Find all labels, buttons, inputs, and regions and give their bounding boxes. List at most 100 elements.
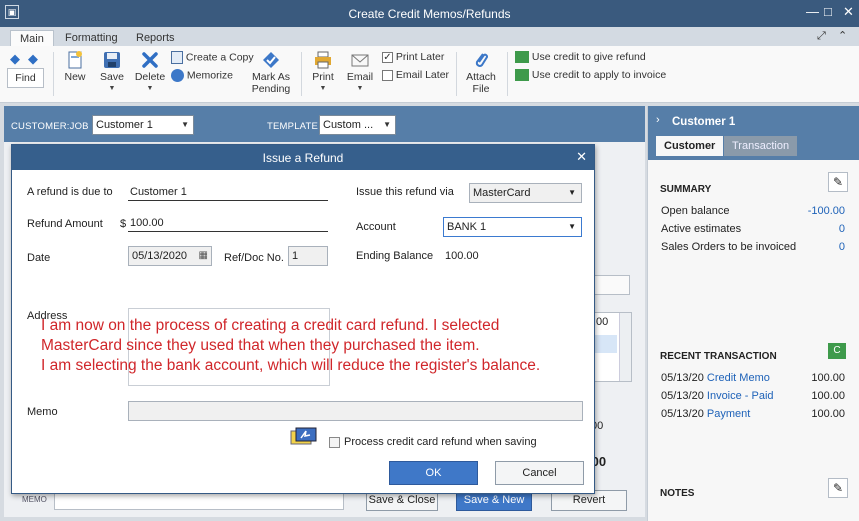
create-copy-label: Create a Copy (185, 51, 254, 64)
paperclip-icon (475, 53, 488, 67)
find-label: Find (15, 72, 36, 84)
delete-dropdown-icon[interactable]: ▼ (134, 83, 166, 95)
credit-invoice-label: Use credit to apply to invoice (531, 69, 667, 81)
save-label: Save (100, 71, 124, 83)
refund-amount-field[interactable]: 100.00 (128, 214, 328, 232)
mark-as-label: Mark As (252, 71, 290, 83)
summary-value[interactable]: -100.00 (808, 205, 845, 217)
next-arrow-icon[interactable]: ◆ (28, 51, 38, 67)
new-button[interactable]: New (60, 51, 90, 83)
chevron-down-icon: ▼ (383, 120, 391, 129)
summary-value[interactable]: 0 (839, 241, 845, 253)
scrollbar[interactable] (619, 313, 631, 381)
recent-date: 05/13/20 (661, 372, 704, 384)
close-window-button[interactable]: ✕ (843, 4, 854, 20)
email-dropdown-icon[interactable]: ▼ (344, 83, 376, 95)
recent-date: 05/13/20 (661, 408, 704, 420)
find-button[interactable]: Find (7, 68, 44, 88)
recent-type-link[interactable]: Credit Memo (707, 372, 770, 384)
account-label: Account (356, 221, 396, 233)
summary-label: Open balance (661, 205, 730, 217)
account-dropdown[interactable]: BANK 1 ▼ (443, 217, 582, 237)
cancel-button[interactable]: Cancel (495, 461, 584, 485)
issue-via-dropdown[interactable]: MasterCard ▼ (469, 183, 582, 203)
recent-status: - Paid (741, 390, 774, 402)
recent-amount: 100.00 (811, 408, 845, 420)
recent-type-link[interactable]: Invoice (707, 390, 742, 402)
email-button[interactable]: Email ▼ (344, 51, 376, 95)
report-icon[interactable]: C (828, 343, 846, 359)
tab-main[interactable]: Main (10, 30, 54, 47)
mark-as-pending-button[interactable]: Mark As Pending (250, 51, 292, 95)
delete-button[interactable]: Delete ▼ (134, 51, 166, 95)
attach-file-button[interactable]: Attach File (463, 51, 499, 95)
process-cc-checkbox[interactable] (329, 437, 340, 448)
expand-icon[interactable]: ⤢ (817, 30, 826, 43)
print-button[interactable]: Print ▼ (309, 51, 337, 95)
save-disk-icon (104, 52, 120, 68)
summary-label: Active estimates (661, 223, 742, 235)
tab-reports[interactable]: Reports (127, 30, 184, 47)
memo-field[interactable] (128, 401, 583, 421)
delete-x-icon (142, 52, 158, 68)
date-label: Date (27, 252, 51, 264)
save-button[interactable]: Save ▼ (97, 51, 127, 95)
file-label: File (472, 83, 490, 95)
delete-label: Delete (134, 71, 166, 83)
dialog-close-icon[interactable]: ✕ (576, 149, 587, 165)
use-credit-refund-button[interactable]: Use credit to give refund (515, 51, 646, 64)
summary-label: Sales Orders to be invoiced (661, 241, 797, 253)
print-later-label: Print Later (395, 51, 445, 63)
currency-symbol: $ (120, 218, 127, 230)
separator (507, 52, 508, 96)
separator (456, 52, 457, 96)
summary-value[interactable]: 0 (839, 223, 845, 235)
date-value: 05/13/2020 (132, 250, 188, 262)
calendar-icon[interactable]: ▦ (199, 247, 208, 265)
recent-date: 05/13/20 (661, 390, 704, 402)
edit-notes-pencil-icon[interactable]: ✎ (828, 478, 848, 498)
date-field[interactable]: 05/13/2020 ▦ (128, 246, 212, 266)
template-label: TEMPLATE (267, 121, 319, 132)
ending-balance-label: Ending Balance (356, 250, 434, 262)
minimize-button[interactable]: — (806, 4, 819, 19)
print-later-checkbox[interactable]: ✓ Print Later (382, 51, 444, 63)
save-dropdown-icon[interactable]: ▼ (97, 83, 127, 95)
print-label: Print (312, 71, 334, 83)
maximize-button[interactable]: □ (824, 4, 832, 19)
use-credit-invoice-button[interactable]: Use credit to apply to invoice (515, 69, 667, 82)
tab-transaction[interactable]: Transaction (724, 136, 798, 156)
previous-arrow-icon[interactable]: ◆ (10, 51, 20, 67)
side-panel-customer-name: Customer 1 (672, 116, 736, 128)
side-panel-header: › Customer 1 Customer Transaction (648, 106, 859, 160)
customer-job-dropdown[interactable]: Customer 1 ▼ (92, 115, 194, 135)
chevron-down-icon: ▼ (568, 188, 576, 197)
recent-type-link[interactable]: Payment (707, 408, 750, 420)
memorize-label: Memorize (186, 69, 234, 82)
template-dropdown[interactable]: Custom ... ▼ (319, 115, 396, 135)
create-copy-button[interactable]: Create a Copy (171, 51, 254, 64)
recent-amount: 100.00 (811, 390, 845, 402)
memorize-button[interactable]: Memorize (171, 69, 233, 82)
email-label: Email (346, 71, 374, 83)
email-later-box-icon (382, 69, 393, 81)
copy-icon (171, 51, 183, 64)
annotation-line: MasterCard since they used that when the… (41, 337, 480, 354)
separator (53, 52, 54, 96)
refdoc-label: Ref/Doc No. (224, 252, 284, 264)
refdoc-field[interactable]: 1 (288, 246, 328, 266)
template-value: Custom ... (323, 119, 374, 131)
customer-job-value: Customer 1 (96, 119, 153, 131)
issue-via-label: Issue this refund via (356, 186, 454, 198)
refund-credit-icon (515, 51, 529, 64)
email-later-checkbox[interactable]: Email Later (382, 69, 449, 81)
chevron-down-icon: ▼ (181, 120, 189, 129)
print-dropdown-icon[interactable]: ▼ (309, 83, 337, 95)
refund-due-field[interactable]: Customer 1 (128, 183, 328, 201)
collapse-ribbon-icon[interactable]: ⌃ (838, 29, 847, 42)
tab-customer[interactable]: Customer (656, 136, 724, 156)
edit-summary-pencil-icon[interactable]: ✎ (828, 172, 848, 192)
tab-formatting[interactable]: Formatting (56, 30, 127, 47)
ok-button[interactable]: OK (389, 461, 478, 485)
chevron-right-icon[interactable]: › (656, 114, 660, 126)
